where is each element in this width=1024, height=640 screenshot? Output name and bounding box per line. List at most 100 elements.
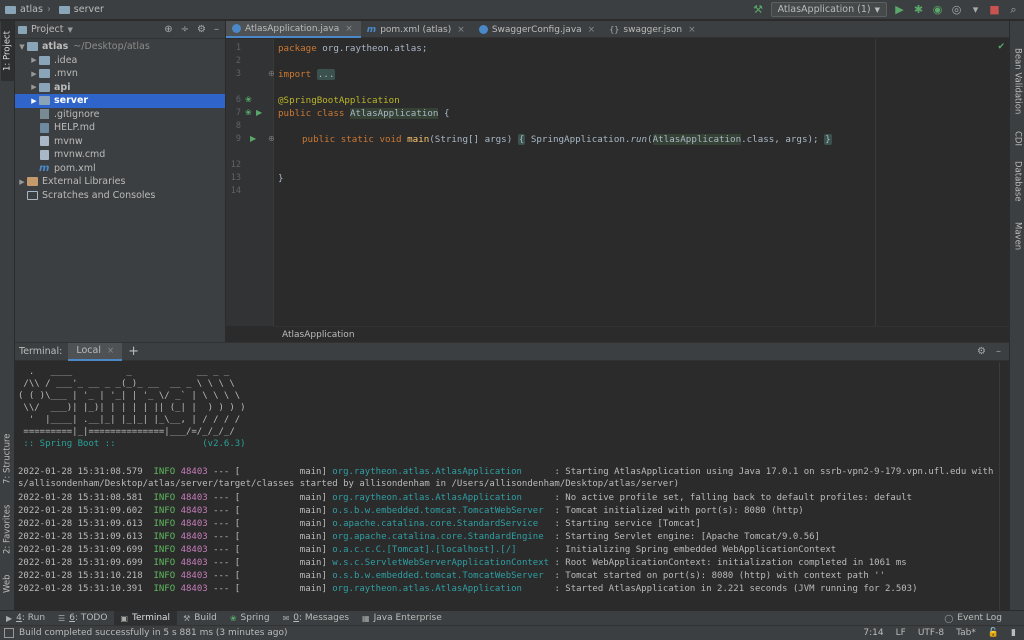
more-run-icon[interactable]: ▾ [969, 3, 982, 16]
lock-icon[interactable]: 🔓 [988, 628, 999, 638]
tab-run[interactable]: ▶ 4: Run [0, 611, 52, 626]
tab-web-tool[interactable]: Web [1, 569, 14, 599]
tool-windows-icon[interactable] [4, 628, 14, 638]
line-separator[interactable]: LF [896, 628, 906, 638]
log-logger: o.s.b.w.embedded.tomcat.TomcatWebServer [332, 506, 550, 516]
indent-setting[interactable]: Tab* [956, 628, 976, 638]
gear-icon[interactable]: ⚙ [197, 24, 206, 35]
log-pid: 48403 [180, 506, 208, 516]
status-message[interactable]: Build completed successfully in 5 s 881 … [19, 628, 288, 638]
right-margin-guide [875, 39, 876, 326]
fold-icon[interactable]: ⊕ [268, 134, 275, 143]
locate-icon[interactable]: ⊕ [164, 24, 172, 35]
tree-item-gitignore[interactable]: .gitignore [15, 108, 225, 122]
event-log-button[interactable]: ◯ Event Log [944, 613, 1024, 623]
project-view-select[interactable]: Project ▼ [18, 24, 73, 35]
log-thread: --- [ main] [207, 493, 333, 503]
terminal-scrollbar[interactable] [999, 362, 1009, 611]
tree-item-pom-xml[interactable]: m pom.xml [15, 162, 225, 176]
fold-icon[interactable]: ⊕ [268, 69, 275, 78]
chevron-down-icon: ▼ [874, 5, 880, 14]
left-tool-stripe: 1: Project 7: Structure 2: Favorites Web [0, 21, 15, 610]
tree-item-atlas[interactable]: ▼ atlas ~/Desktop/atlas [15, 40, 225, 54]
navigation-bar: atlas › server ⚒ AtlasApplication (1) ▼ … [0, 0, 1024, 20]
tree-label: mvnw.cmd [54, 149, 106, 161]
tab-build[interactable]: ⚒ Build [177, 611, 224, 626]
run-gutter-icon[interactable]: ▶ [250, 134, 256, 143]
editor-breadcrumb[interactable]: AtlasApplication [274, 326, 1009, 342]
stop-icon[interactable]: ■ [988, 3, 1001, 16]
folder-icon [58, 5, 70, 14]
run-configuration-select[interactable]: AtlasApplication (1) ▼ [770, 2, 887, 17]
tree-item-help-md[interactable]: HELP.md [15, 121, 225, 135]
add-terminal-icon[interactable]: + [122, 344, 145, 359]
collapsed-arrow-icon: ▶ [31, 69, 37, 78]
close-icon[interactable]: × [457, 25, 465, 35]
close-icon[interactable]: × [345, 24, 353, 34]
markdown-file-icon [40, 122, 49, 133]
tree-item-external-libraries[interactable]: ▶ External Libraries [15, 175, 225, 189]
tab-label: Terminal [132, 613, 171, 623]
tab-favorites-tool[interactable]: 2: Favorites [1, 499, 14, 559]
tree-label: mvnw [54, 135, 83, 147]
collapse-all-icon[interactable]: ÷ [181, 24, 189, 35]
web-tool-label: Web [2, 574, 13, 594]
tree-item-idea[interactable]: ▶ .idea [15, 54, 225, 68]
log-thread: --- [ main] [207, 506, 333, 516]
tab-todo[interactable]: ☰ 6: TODO [52, 611, 114, 626]
tab-atlas-application[interactable]: AtlasApplication.java × [226, 21, 361, 38]
log-message: : Tomcat initialized with port(s): 8080 … [549, 506, 804, 516]
file-encoding[interactable]: UTF-8 [918, 628, 944, 638]
tab-spring[interactable]: ❀ Spring [224, 611, 277, 626]
tree-item-mvn[interactable]: ▶ .mvn [15, 67, 225, 81]
terminal-tab-local[interactable]: Local × [68, 342, 123, 361]
tree-item-scratches[interactable]: Scratches and Consoles [15, 189, 225, 203]
tab-java-enterprise[interactable]: ▦ Java Enterprise [356, 611, 449, 626]
tree-item-api[interactable]: ▶ api [15, 81, 225, 95]
tab-swagger-config[interactable]: SwaggerConfig.java × [473, 21, 603, 38]
spring-bean-icon[interactable]: ❀ [245, 108, 252, 117]
code-view[interactable]: package org.raytheon.atlas; import ... @… [278, 39, 878, 326]
tab-messages[interactable]: ✉ 0: Messages [277, 611, 356, 626]
memory-indicator-icon[interactable]: ▮ [1011, 628, 1016, 638]
tree-item-mvnw[interactable]: mvnw [15, 135, 225, 149]
debug-icon[interactable]: ✱ [912, 3, 925, 16]
tab-structure-tool[interactable]: 7: Structure [1, 426, 14, 492]
close-icon[interactable]: × [588, 25, 596, 35]
tab-database[interactable]: Database [1011, 156, 1024, 206]
tab-bean-validation[interactable]: Bean Validation [1011, 41, 1024, 121]
gear-icon[interactable]: ⚙ [977, 346, 986, 357]
breadcrumb-atlas[interactable]: atlas › [0, 4, 54, 15]
tree-item-server[interactable]: ▶ server [15, 94, 225, 108]
database-label: Database [1012, 160, 1023, 202]
tab-project-tool[interactable]: 1: Project [1, 21, 14, 81]
tab-pom-xml[interactable]: m pom.xml (atlas) × [361, 21, 473, 38]
profile-icon[interactable]: ◎ [950, 3, 963, 16]
tree-item-mvnw-cmd[interactable]: mvnw.cmd [15, 148, 225, 162]
coverage-icon[interactable]: ◉ [931, 3, 944, 16]
tab-swagger-json[interactable]: {} swagger.json × [603, 21, 703, 38]
caret-position[interactable]: 7:14 [863, 628, 883, 638]
tab-maven[interactable]: Maven [1011, 216, 1024, 256]
spring-bean-icon[interactable]: ❀ [245, 95, 252, 104]
tab-terminal[interactable]: ▣ Terminal [114, 610, 178, 626]
code-line-3: import ... [278, 69, 336, 81]
search-icon[interactable]: ⌕ [1007, 3, 1020, 16]
breadcrumb-server[interactable]: server [54, 4, 107, 15]
log-level: INFO [153, 571, 176, 581]
run-gutter-icon[interactable]: ▶ [256, 108, 262, 117]
close-icon[interactable]: × [107, 346, 114, 356]
close-icon[interactable]: × [688, 25, 696, 35]
log-pid: 48403 [180, 558, 208, 568]
terminal-output[interactable]: . ____ _ __ _ _ /\\ / ___'_ __ _ _(_)_ _… [15, 362, 999, 611]
log-pid: 48403 [180, 571, 208, 581]
code-line-6: @SpringBootApplication [278, 95, 400, 107]
tab-cdi[interactable]: CDI [1011, 123, 1024, 153]
inspection-ok-icon[interactable]: ✔ [997, 42, 1005, 52]
run-icon[interactable]: ▶ [893, 3, 906, 16]
hide-icon[interactable]: – [214, 24, 219, 35]
tab-label: swagger.json [623, 24, 683, 35]
folded-imports[interactable]: ... [316, 69, 336, 80]
hammer-icon[interactable]: ⚒ [752, 3, 765, 16]
hide-icon[interactable]: – [996, 346, 1001, 357]
